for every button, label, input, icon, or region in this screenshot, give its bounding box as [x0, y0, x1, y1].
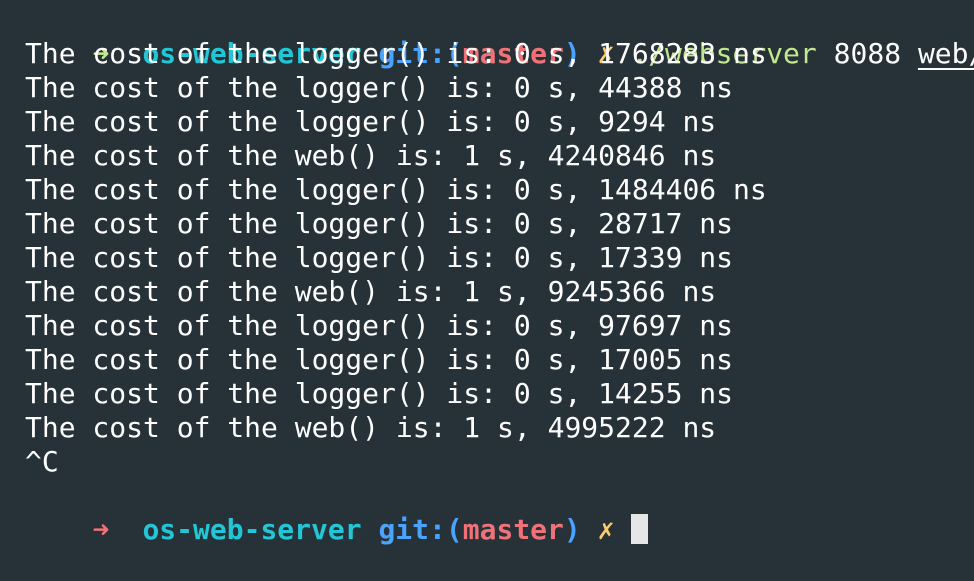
- git-branch: master: [462, 513, 564, 546]
- git-paren-open: (: [445, 513, 463, 546]
- output-line: The cost of the logger() is: 0 s, 148440…: [25, 173, 767, 206]
- output-line: The cost of the logger() is: 0 s, 17339 …: [25, 241, 734, 274]
- git-dirty-icon: ✗: [597, 513, 615, 546]
- git-label: git:: [378, 513, 446, 546]
- output-line: The cost of the logger() is: 0 s, 17005 …: [25, 343, 734, 376]
- prompt-line-2[interactable]: ➜ os-web-server git:(master) ✗: [0, 479, 974, 546]
- command-arg-path[interactable]: web/: [918, 37, 974, 70]
- terminal-window[interactable]: ➜ os-web-server git:(master) ✗ ./webserve…: [0, 0, 974, 546]
- prompt-directory: os-web-server: [142, 513, 362, 546]
- output-line: The cost of the logger() is: 0 s, 14255 …: [25, 377, 734, 410]
- output-line: The cost of the logger() is: 0 s, 28717 …: [25, 207, 734, 240]
- prompt-arrow-icon: ➜: [92, 513, 110, 546]
- text-cursor[interactable]: [631, 514, 649, 544]
- output-line: The cost of the web() is: 1 s, 4995222 n…: [25, 411, 717, 444]
- output-line: The cost of the logger() is: 0 s, 9294 n…: [25, 105, 717, 138]
- output-line: The cost of the web() is: 1 s, 4240846 n…: [25, 139, 717, 172]
- command-arg-port: 8088: [833, 37, 902, 70]
- interrupt-line: ^C: [25, 445, 59, 478]
- prompt-line-1: ➜ os-web-server git:(master) ✗ ./webserve…: [0, 3, 974, 70]
- git-paren-close: ): [563, 513, 581, 546]
- output-line: The cost of the logger() is: 0 s, 97697 …: [25, 309, 734, 342]
- output-line: The cost of the logger() is: 0 s, 44388 …: [25, 71, 734, 104]
- output-line: The cost of the web() is: 1 s, 9245366 n…: [25, 275, 717, 308]
